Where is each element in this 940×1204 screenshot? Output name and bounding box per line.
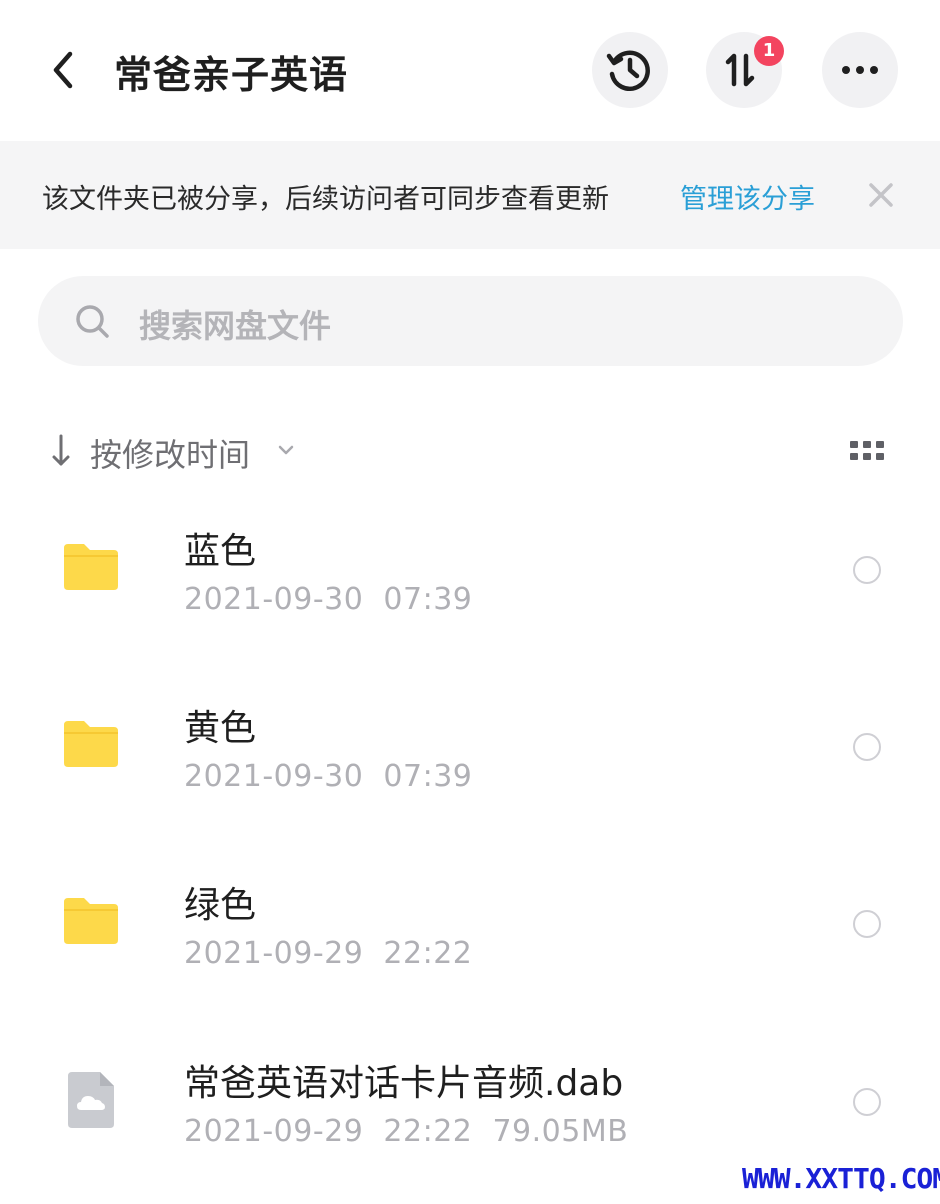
- folder-icon: [64, 721, 118, 767]
- file-meta: 2021-09-30 07:39: [184, 759, 473, 794]
- file-icon: [68, 1072, 114, 1128]
- select-radio[interactable]: [853, 556, 881, 584]
- grid-view-icon: [850, 441, 884, 460]
- manage-share-link[interactable]: 管理该分享: [680, 177, 815, 216]
- grid-view-button[interactable]: [848, 438, 888, 464]
- select-radio[interactable]: [853, 910, 881, 938]
- arrow-down-icon: [52, 434, 70, 466]
- select-radio[interactable]: [853, 733, 881, 761]
- search-icon: [76, 305, 109, 338]
- file-meta: 2021-09-29 22:22: [184, 936, 473, 971]
- list-item[interactable]: 黄色 2021-09-30 07:39: [0, 699, 940, 849]
- folder-icon: [64, 544, 118, 590]
- page-title: 常爸亲子英语: [114, 53, 349, 97]
- sort-label: 按修改时间: [90, 436, 251, 474]
- more-dots-icon: [842, 66, 878, 74]
- chevron-down-icon: [278, 445, 294, 455]
- history-icon: [606, 50, 650, 92]
- share-notice-text: 该文件夹已被分享，后续访问者可同步查看更新: [42, 184, 609, 215]
- transfer-button[interactable]: 1: [706, 32, 784, 108]
- file-name: 黄色: [184, 708, 257, 749]
- back-button[interactable]: [44, 48, 84, 92]
- close-icon: [869, 183, 893, 207]
- list-item[interactable]: 绿色 2021-09-29 22:22: [0, 876, 940, 1026]
- search-input[interactable]: 搜索网盘文件: [38, 276, 903, 366]
- file-meta: 2021-09-29 22:22 79.05MB: [184, 1114, 629, 1149]
- header-bar: 常爸亲子英语 1: [0, 0, 940, 140]
- chevron-left-icon: [53, 51, 73, 89]
- select-radio[interactable]: [853, 1088, 881, 1116]
- banner-close-button[interactable]: [866, 180, 896, 214]
- folder-icon: [64, 898, 118, 944]
- history-button[interactable]: [592, 32, 668, 108]
- file-meta: 2021-09-30 07:39: [184, 582, 473, 617]
- file-name: 蓝色: [184, 531, 257, 572]
- search-placeholder: 搜索网盘文件: [139, 307, 332, 345]
- more-button[interactable]: [822, 32, 898, 108]
- list-item[interactable]: 蓝色 2021-09-30 07:39: [0, 522, 940, 672]
- share-notice-banner: 该文件夹已被分享，后续访问者可同步查看更新 管理该分享: [0, 141, 940, 249]
- file-name: 常爸英语对话卡片音频.dab: [184, 1063, 624, 1104]
- file-name: 绿色: [184, 885, 257, 926]
- watermark-text: WWW.XXTTQ.COM: [742, 1162, 940, 1195]
- transfer-count-badge: 1: [754, 36, 784, 66]
